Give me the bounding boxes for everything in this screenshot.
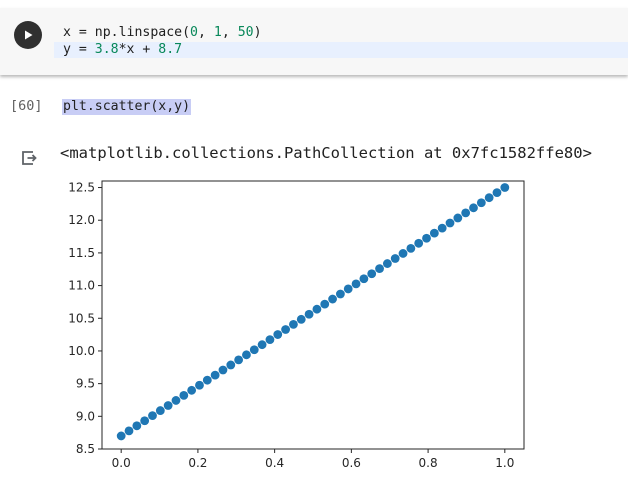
scatter-point — [398, 249, 408, 258]
scatter-point — [429, 228, 439, 238]
scatter-point — [148, 411, 157, 421]
y-tick-label: 11.0 — [68, 279, 95, 293]
y-tick-label: 8.5 — [76, 442, 95, 456]
scatter-point — [500, 183, 510, 192]
scatter-point — [469, 203, 478, 213]
scatter-point — [406, 243, 416, 253]
y-tick-label: 12.5 — [68, 181, 95, 195]
x-tick-label: 0.8 — [419, 456, 438, 470]
x-tick-label: 0.0 — [112, 456, 131, 470]
scatter-point — [195, 380, 204, 390]
scatter-point — [445, 218, 455, 228]
scatter-point — [210, 370, 220, 380]
scatter-point — [328, 294, 337, 304]
scatter-point — [257, 340, 267, 350]
output-redirect-icon[interactable] — [20, 149, 38, 167]
y-tick-label: 9.5 — [76, 377, 95, 391]
code-cell-active[interactable]: x = np.linspace(0, 1, 50) y = 3.8*x + 8.… — [0, 8, 628, 75]
scatter-point — [336, 289, 345, 299]
x-tick-label: 1.0 — [495, 456, 514, 470]
run-cell-button[interactable] — [14, 21, 42, 49]
scatter-point — [343, 284, 353, 294]
scatter-point — [163, 401, 173, 410]
scatter-point — [312, 304, 322, 314]
scatter-point — [218, 365, 228, 375]
scatter-point — [422, 233, 431, 243]
scatter-point — [265, 335, 275, 345]
scatter-point — [484, 193, 494, 203]
scatter-point — [382, 259, 392, 268]
output-text: <matplotlib.collections.PathCollection a… — [60, 144, 592, 162]
scatter-point — [476, 198, 486, 208]
scatter-point — [453, 213, 463, 223]
scatter-point — [296, 314, 306, 324]
scatter-point — [414, 238, 424, 248]
scatter-point — [367, 269, 377, 279]
code-line-2: y = 3.8*x + 8.7 — [63, 42, 183, 57]
scatter-point — [116, 431, 126, 441]
scatter-point — [273, 330, 283, 339]
scatter-point — [289, 320, 298, 329]
x-tick-label: 0.2 — [188, 456, 207, 470]
scatter-point — [242, 350, 251, 360]
y-tick-label: 10.0 — [68, 344, 95, 358]
scatter-point — [359, 274, 369, 284]
scatter-point — [226, 360, 236, 370]
scatter-point — [461, 208, 471, 218]
y-tick-label: 10.5 — [68, 311, 95, 325]
scatter-point — [124, 426, 134, 436]
y-tick-label: 12.0 — [68, 213, 95, 227]
code-line-1: x = np.linspace(0, 1, 50) — [63, 25, 262, 40]
x-tick-label: 0.6 — [342, 456, 361, 470]
y-tick-label: 9.0 — [76, 409, 95, 423]
scatter-point — [202, 375, 212, 385]
y-tick-label: 11.5 — [68, 246, 95, 260]
scatter-point — [187, 385, 197, 395]
scatter-point — [179, 390, 189, 400]
scatter-point — [234, 355, 244, 365]
scatter-point — [375, 264, 384, 274]
scatter-point — [492, 188, 502, 198]
play-icon — [25, 30, 33, 40]
scatter-point — [304, 309, 314, 319]
scatter-point — [249, 345, 259, 355]
scatter-point — [132, 421, 142, 431]
scatter-point — [351, 279, 361, 289]
x-tick-label: 0.4 — [265, 456, 284, 470]
scatter-point — [320, 299, 330, 309]
scatter-plot: 0.0 0.2 0.4 0.6 0.8 1.0 8.5 9.0 9.5 10.0 10.5 11.0 1… — [68, 180, 525, 470]
scatter-point — [437, 223, 447, 233]
scatter-point — [171, 396, 181, 405]
executed-code[interactable]: plt.scatter(x,y) — [62, 99, 192, 115]
code-editor[interactable]: x = np.linspace(0, 1, 50) y = 3.8*x + 8.… — [54, 8, 628, 74]
execution-count: [60] — [10, 98, 43, 114]
scatter-point — [281, 325, 290, 334]
scatter-point — [140, 416, 150, 426]
scatter-point — [155, 406, 165, 415]
scatter-point — [390, 254, 400, 263]
